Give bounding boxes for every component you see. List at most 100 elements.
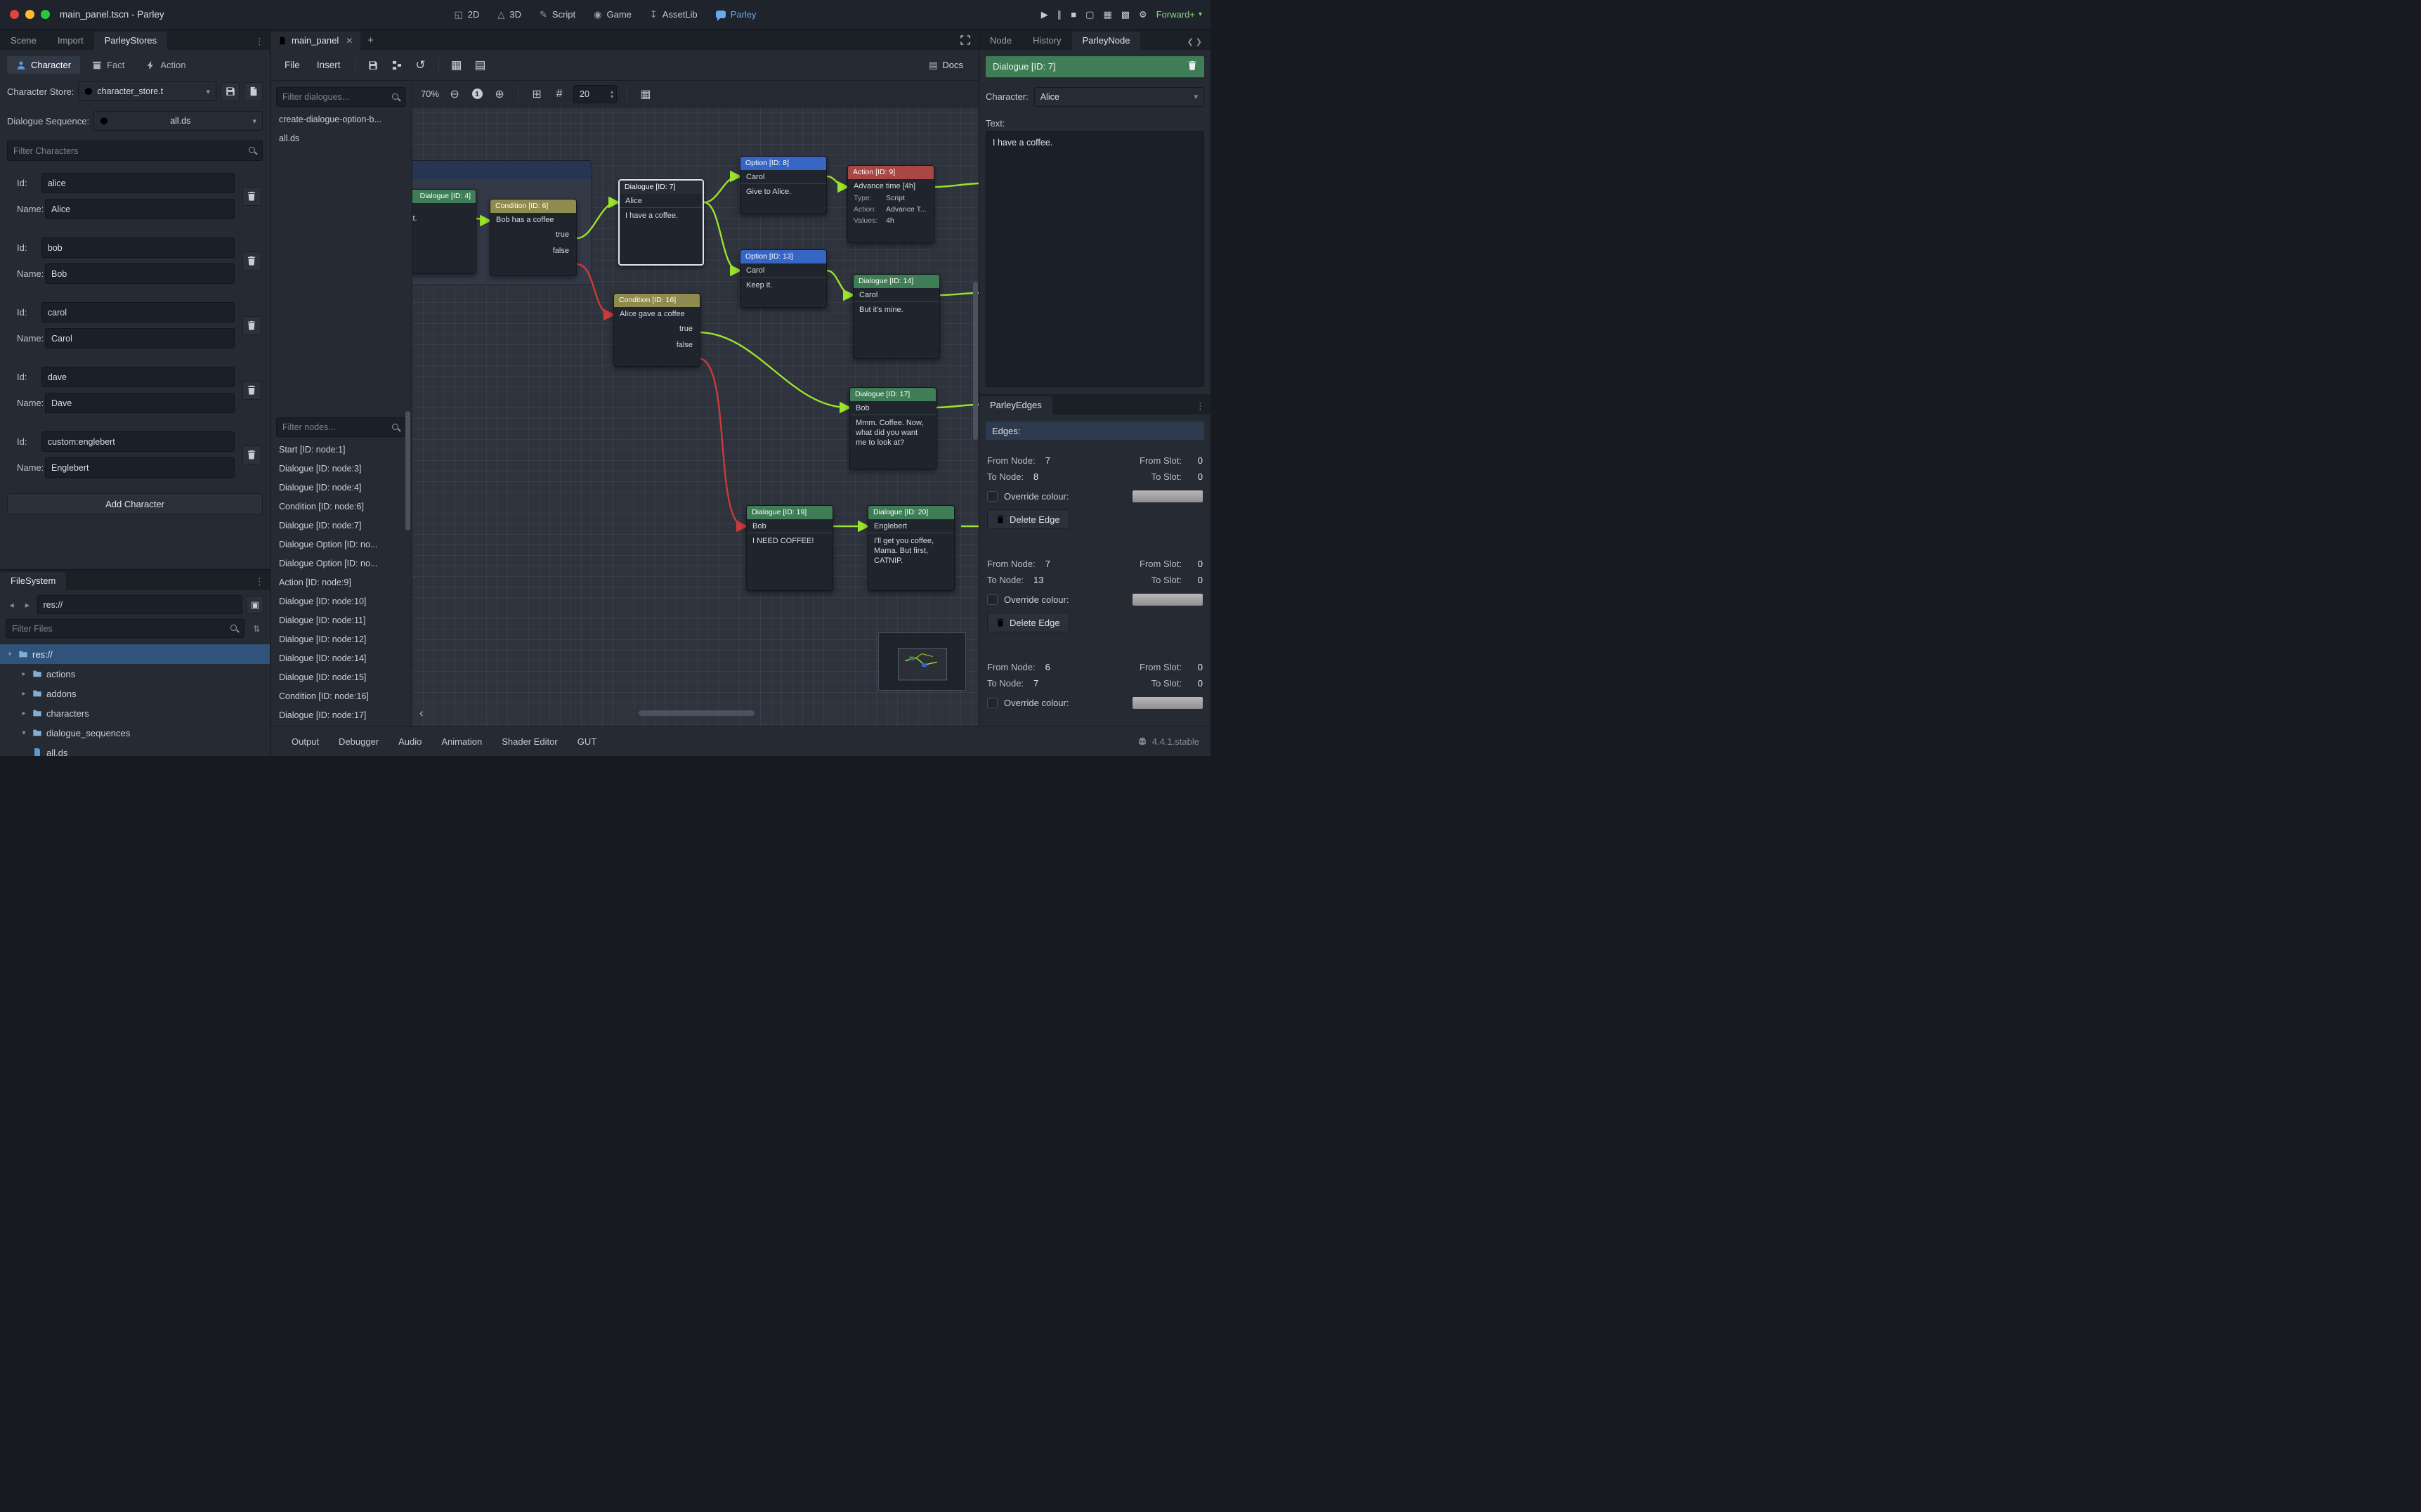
snap-distance-input[interactable] (580, 89, 603, 99)
graph-vertical-scrollbar[interactable] (973, 282, 978, 440)
colour-swatch[interactable] (1133, 490, 1203, 502)
run-instances-icon[interactable]: ▩ (1121, 9, 1130, 20)
delete-node-button[interactable] (1187, 60, 1197, 72)
zoom-in-button[interactable]: ⊕ (491, 86, 508, 103)
dialogue-graph-canvas[interactable]: 70% ⊖ 1 ⊕ ⊞ # ▴▾ (412, 81, 979, 726)
caret-right-icon[interactable]: ▸ (20, 710, 28, 717)
save-store-button[interactable] (221, 82, 240, 101)
character-name-input[interactable] (45, 263, 235, 284)
graph-node-dialogue-20[interactable]: Dialogue [ID: 20] Englebert I'll get you… (868, 505, 955, 591)
character-id-input[interactable] (41, 367, 235, 387)
insert-menu[interactable]: Insert (310, 56, 348, 74)
maximize-window-button[interactable] (41, 10, 50, 19)
output-slot-false[interactable]: false (490, 242, 576, 259)
tree-item-dialogue-sequences[interactable]: ▾ dialogue_sequences (0, 723, 270, 743)
delete-character-button[interactable] (242, 445, 261, 464)
filter-files-input[interactable] (6, 619, 244, 638)
dialogue-text-editor[interactable]: I have a coffee. (986, 131, 1204, 388)
override-colour-checkbox[interactable] (987, 594, 998, 605)
dialogue-file-item[interactable]: create-dialogue-option-b... (270, 110, 412, 129)
add-character-button[interactable]: Add Character (7, 493, 263, 515)
delete-edge-button[interactable]: Delete Edge (987, 613, 1069, 632)
snap-toggle-icon[interactable]: ⊞ (528, 86, 545, 103)
path-input[interactable] (37, 595, 243, 614)
output-slot-false[interactable]: false (614, 337, 700, 353)
delete-edge-button[interactable]: Delete Edge (987, 509, 1069, 529)
play-button[interactable]: ▶ (1041, 9, 1048, 20)
colour-swatch[interactable] (1133, 697, 1203, 709)
tab-import[interactable]: Import (47, 32, 94, 50)
close-tab-icon[interactable]: ✕ (346, 36, 353, 46)
expand-panel-icon[interactable] (952, 32, 979, 50)
graph-node-option-8[interactable]: Option [ID: 8] Carol Give to Alice. (740, 156, 827, 214)
insert-group-icon[interactable]: ▤ (470, 55, 491, 76)
dock-options-icon[interactable]: ⋮ (1190, 398, 1210, 415)
graph-node-condition-16[interactable]: Condition [ID: 16] Alice gave a coffee t… (613, 293, 700, 367)
pause-button[interactable]: ∥ (1057, 9, 1062, 20)
node-list-scrollbar[interactable] (405, 411, 410, 530)
character-store-dropdown[interactable]: character_store.t ▾ (78, 82, 216, 101)
tab-scene[interactable]: Scene (0, 32, 47, 50)
bottom-tab-shader-editor[interactable]: Shader Editor (492, 732, 568, 751)
node-list-item[interactable]: Action [ID: node:9] (270, 573, 412, 592)
delete-character-button[interactable] (242, 316, 261, 335)
close-window-button[interactable] (10, 10, 19, 19)
character-id-input[interactable] (41, 302, 235, 322)
dock-options-icon[interactable]: ⋮ (249, 573, 270, 590)
grid-pattern-icon[interactable]: # (551, 86, 568, 103)
zoom-out-button[interactable]: ⊖ (446, 86, 463, 103)
node-list-item[interactable]: Dialogue [ID: node:17] (270, 705, 412, 724)
graph-node-dialogue-19[interactable]: Dialogue [ID: 19] Bob I NEED COFFEE! (746, 505, 833, 591)
node-list-item[interactable]: Dialogue [ID: node:12] (270, 630, 412, 649)
zoom-reset-button[interactable]: 1 (469, 86, 485, 103)
store-tab-character[interactable]: Character (7, 56, 80, 74)
workspace-parley[interactable]: Parley (716, 9, 757, 20)
edges-section-header[interactable]: Edges: (986, 422, 1204, 440)
filter-nodes-input[interactable] (276, 417, 406, 437)
character-id-input[interactable] (41, 237, 235, 258)
tab-parleystores[interactable]: ParleyStores (94, 32, 167, 50)
spinner-arrows[interactable]: ▴▾ (611, 89, 613, 99)
delete-character-button[interactable] (242, 381, 261, 400)
minimap-toggle-icon[interactable]: ▦ (637, 86, 654, 103)
dialogue-sequence-dropdown[interactable]: all.ds ▾ (93, 111, 263, 131)
node-list-item[interactable]: Dialogue Option [ID: no... (270, 554, 412, 573)
character-id-input[interactable] (41, 173, 235, 193)
tree-item-all-ds[interactable]: all.ds (0, 743, 270, 756)
tree-item-res[interactable]: ▾ res:// (0, 644, 270, 664)
filter-dialogues-input[interactable] (276, 87, 406, 107)
bottom-tab-debugger[interactable]: Debugger (329, 732, 389, 751)
renderer-selector[interactable]: Forward+▾ (1156, 9, 1202, 20)
minimize-window-button[interactable] (25, 10, 34, 19)
caret-right-icon[interactable]: ▸ (20, 690, 28, 698)
caret-down-icon[interactable]: ▾ (20, 729, 28, 737)
delete-character-button[interactable] (242, 187, 261, 206)
node-list-item[interactable]: Dialogue [ID: node:4] (270, 478, 412, 497)
override-colour-checkbox[interactable] (987, 491, 998, 502)
history-forward-button[interactable]: ▸ (21, 597, 33, 613)
split-filesystem-icon[interactable]: ▣ (246, 596, 264, 614)
caret-down-icon[interactable]: ▾ (6, 651, 14, 658)
bottom-tab-gut[interactable]: GUT (568, 732, 606, 751)
remote-debug-icon[interactable]: ▢ (1085, 9, 1094, 20)
graph-node-dialogue-7-selected[interactable]: Dialogue [ID: 7] Alice I have a coffee. (618, 179, 704, 266)
docs-button[interactable]: ▤ Docs (920, 56, 972, 74)
tab-history[interactable]: History (1022, 32, 1071, 50)
save-icon[interactable] (363, 55, 384, 76)
graph-minimap[interactable] (878, 632, 966, 691)
node-list-item[interactable]: Condition [ID: node:6] (270, 497, 412, 516)
delete-character-button[interactable] (242, 252, 261, 271)
output-slot-true[interactable]: true (614, 320, 700, 337)
workspace-2d[interactable]: ◱2D (454, 9, 479, 20)
bottom-tab-output[interactable]: Output (282, 732, 329, 751)
node-list-item[interactable]: Dialogue [ID: node:11] (270, 611, 412, 630)
character-id-input[interactable] (41, 431, 235, 452)
graph-node-option-13[interactable]: Option [ID: 13] Carol Keep it. (740, 249, 827, 308)
colour-swatch[interactable] (1133, 594, 1203, 606)
override-colour-checkbox[interactable] (987, 698, 998, 708)
bottom-tab-audio[interactable]: Audio (389, 732, 431, 751)
tab-parleyedges[interactable]: ParleyEdges (979, 396, 1052, 415)
graph-node-action-9[interactable]: Action [ID: 9] Advance time [4h] Type:Sc… (847, 165, 934, 243)
graph-node-dialogue-17[interactable]: Dialogue [ID: 17] Bob Mmm. Coffee. Now, … (849, 387, 937, 469)
workspace-3d[interactable]: △3D (497, 9, 521, 20)
